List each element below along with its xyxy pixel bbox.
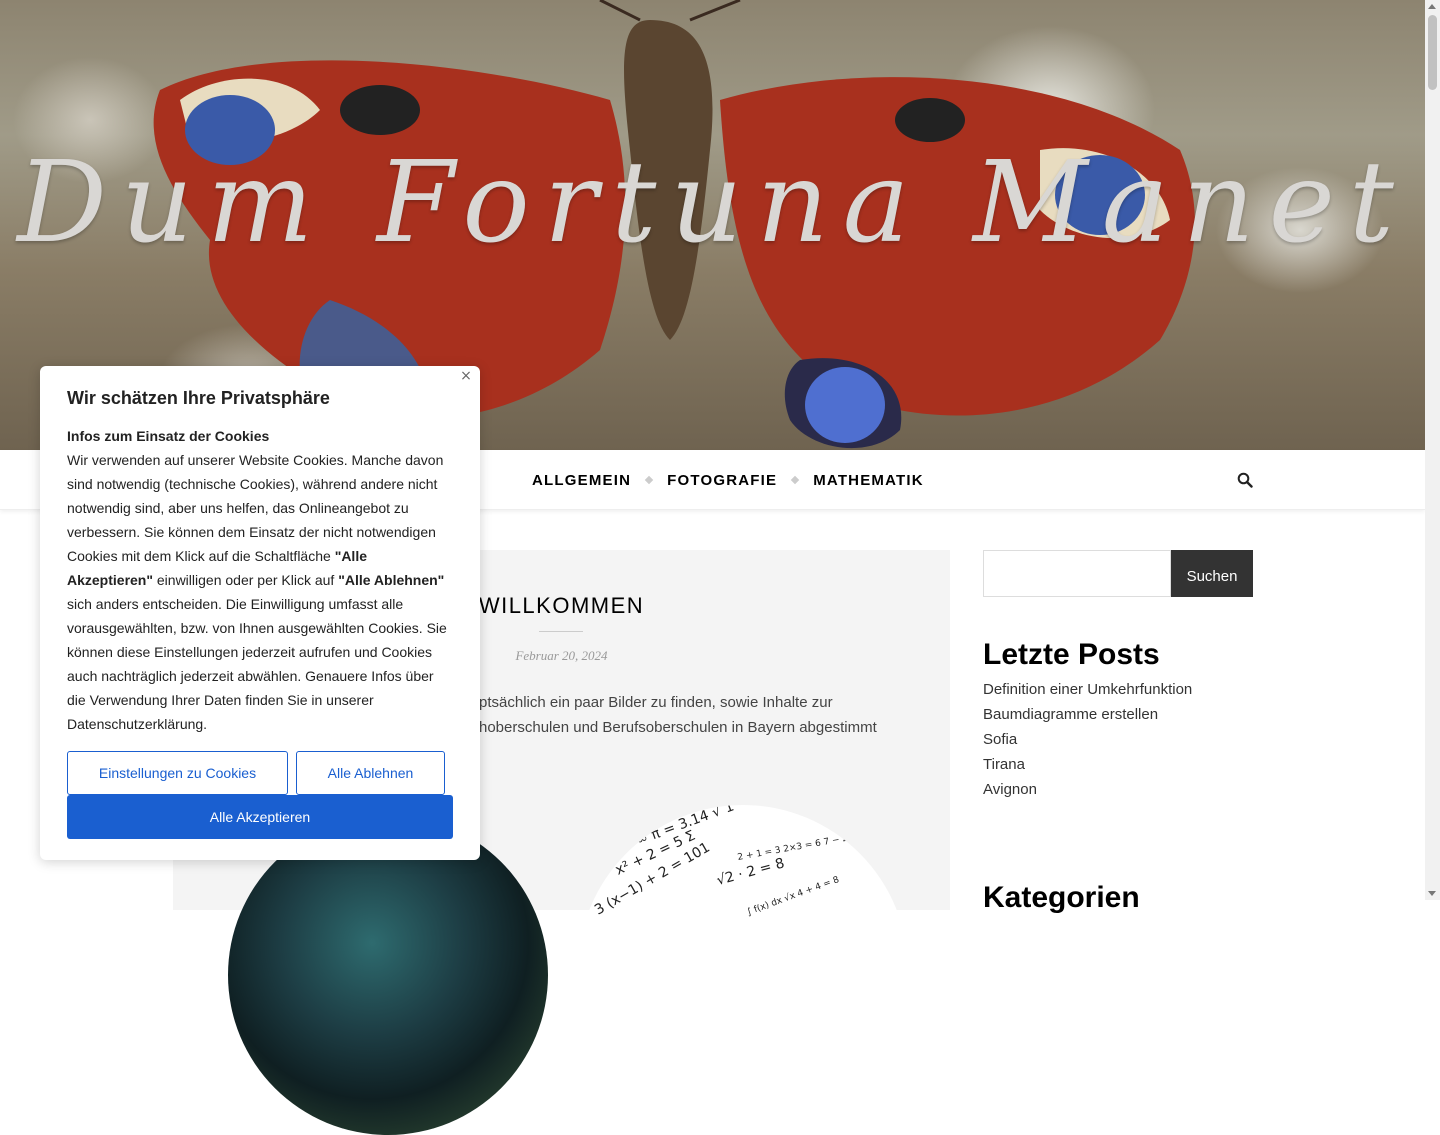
- close-icon[interactable]: ×: [459, 369, 473, 383]
- sidebar: Suchen Letzte Posts Definition einer Umk…: [983, 550, 1253, 914]
- cookie-subtitle: Infos zum Einsatz der Cookies: [67, 428, 270, 444]
- formula-sphere-graphic: ∞ π = 3.14 √ 1 x² + 2 = 5 Σ 3 (x−1) + 2 …: [579, 805, 907, 1134]
- scroll-up-arrow-icon[interactable]: [1428, 4, 1436, 9]
- categories-title: Kategorien: [983, 881, 1140, 914]
- recent-post-link[interactable]: Definition einer Umkehrfunktion: [983, 677, 1253, 702]
- search-icon[interactable]: [1237, 472, 1253, 488]
- sidebar-search: Suchen: [983, 550, 1253, 597]
- cookie-button-row: Einstellungen zu Cookies Alle Ablehnen: [67, 751, 453, 795]
- nav-item-mathematik[interactable]: MATHEMATIK: [813, 472, 924, 489]
- cookie-reject-quote: "Alle Ablehnen": [338, 572, 445, 588]
- peacock-image[interactable]: [228, 815, 548, 1135]
- cookie-consent-dialog: × Wir schätzen Ihre Privatsphäre Infos z…: [40, 366, 480, 860]
- cookie-text-part: einwilligen oder per Klick auf: [153, 572, 339, 588]
- site-title[interactable]: Dum Fortuna Manet: [0, 138, 1425, 268]
- scroll-down-arrow-icon[interactable]: [1428, 891, 1436, 896]
- page-scrollbar[interactable]: [1425, 0, 1440, 900]
- scrollbar-thumb[interactable]: [1428, 15, 1437, 90]
- cookie-text-part: sich anders entscheiden. Die Einwilligun…: [67, 596, 447, 732]
- reject-all-button[interactable]: Alle Ablehnen: [296, 751, 445, 795]
- nav-menu: ALLGEMEIN FOTOGRAFIE MATHEMATIK: [532, 450, 924, 510]
- cookie-settings-button[interactable]: Einstellungen zu Cookies: [67, 751, 288, 795]
- recent-posts-list: Definition einer Umkehrfunktion Baumdiag…: [983, 677, 1253, 802]
- cookie-title: Wir schätzen Ihre Privatsphäre: [67, 388, 330, 408]
- nav-item-allgemein[interactable]: ALLGEMEIN: [532, 472, 631, 489]
- recent-post-link[interactable]: Sofia: [983, 727, 1253, 752]
- cookie-text-part: Wir verwenden auf unserer Website Cookie…: [67, 452, 444, 564]
- cookie-text: Infos zum Einsatz der Cookies Wir verwen…: [67, 424, 453, 736]
- nav-separator: [644, 475, 654, 485]
- recent-posts-title: Letzte Posts: [983, 638, 1160, 671]
- search-input[interactable]: [983, 550, 1171, 597]
- nav-separator: [790, 475, 800, 485]
- title-divider: [539, 631, 583, 632]
- math-formulas-image[interactable]: ∞ π = 3.14 √ 1 x² + 2 = 5 Σ 3 (x−1) + 2 …: [578, 805, 908, 1135]
- search-button[interactable]: Suchen: [1171, 550, 1253, 597]
- recent-post-link[interactable]: Baumdiagramme erstellen: [983, 702, 1253, 727]
- accept-all-button[interactable]: Alle Akzeptieren: [67, 795, 453, 839]
- recent-post-link[interactable]: Tirana: [983, 752, 1253, 777]
- recent-post-link[interactable]: Avignon: [983, 777, 1253, 802]
- nav-item-fotografie[interactable]: FOTOGRAFIE: [667, 472, 777, 489]
